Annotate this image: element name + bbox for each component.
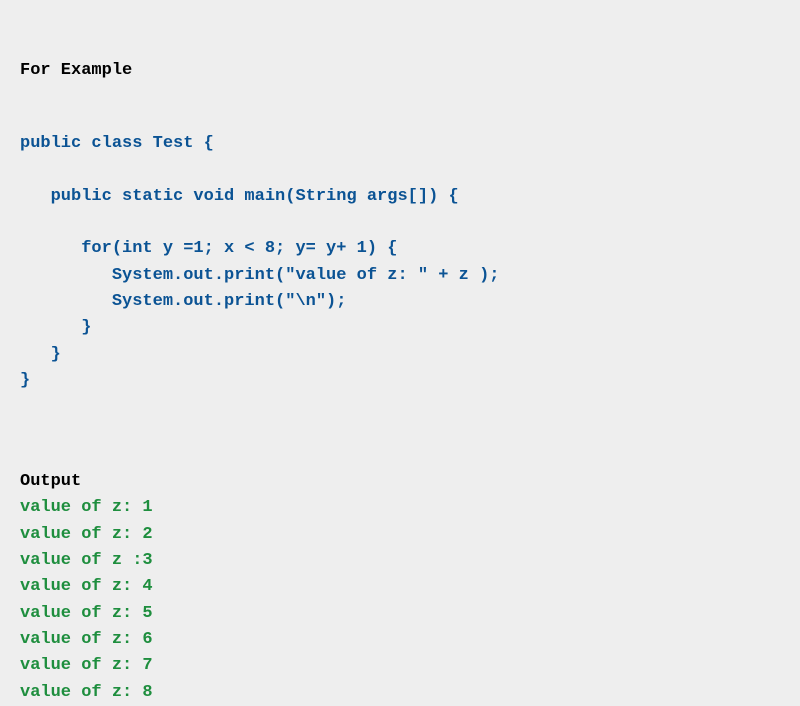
code-line: System.out.print("\n"); xyxy=(20,292,346,311)
code-line: } xyxy=(20,345,61,364)
code-line: public class Test { xyxy=(20,134,214,153)
output-line: value of z :3 xyxy=(20,551,153,570)
output-line: value of z: 6 xyxy=(20,630,153,649)
output-line: value of z: 4 xyxy=(20,577,153,596)
output-line: value of z: 2 xyxy=(20,525,153,544)
output-line: value of z: 1 xyxy=(20,498,153,517)
code-line: } xyxy=(20,318,91,337)
code-line: public static void main(String args[]) { xyxy=(20,187,459,206)
code-line: for(int y =1; x < 8; y= y+ 1) { xyxy=(20,239,397,258)
output-line: value of z: 5 xyxy=(20,604,153,623)
example-heading: For Example xyxy=(20,61,132,80)
code-line: } xyxy=(20,371,30,390)
output-line: value of z: 8 xyxy=(20,683,153,702)
code-line: System.out.print("value of z: " + z ); xyxy=(20,266,499,285)
output-heading: Output xyxy=(20,472,81,491)
example-section: For Example public class Test { public s… xyxy=(20,32,780,706)
output-line: value of z: 7 xyxy=(20,656,153,675)
